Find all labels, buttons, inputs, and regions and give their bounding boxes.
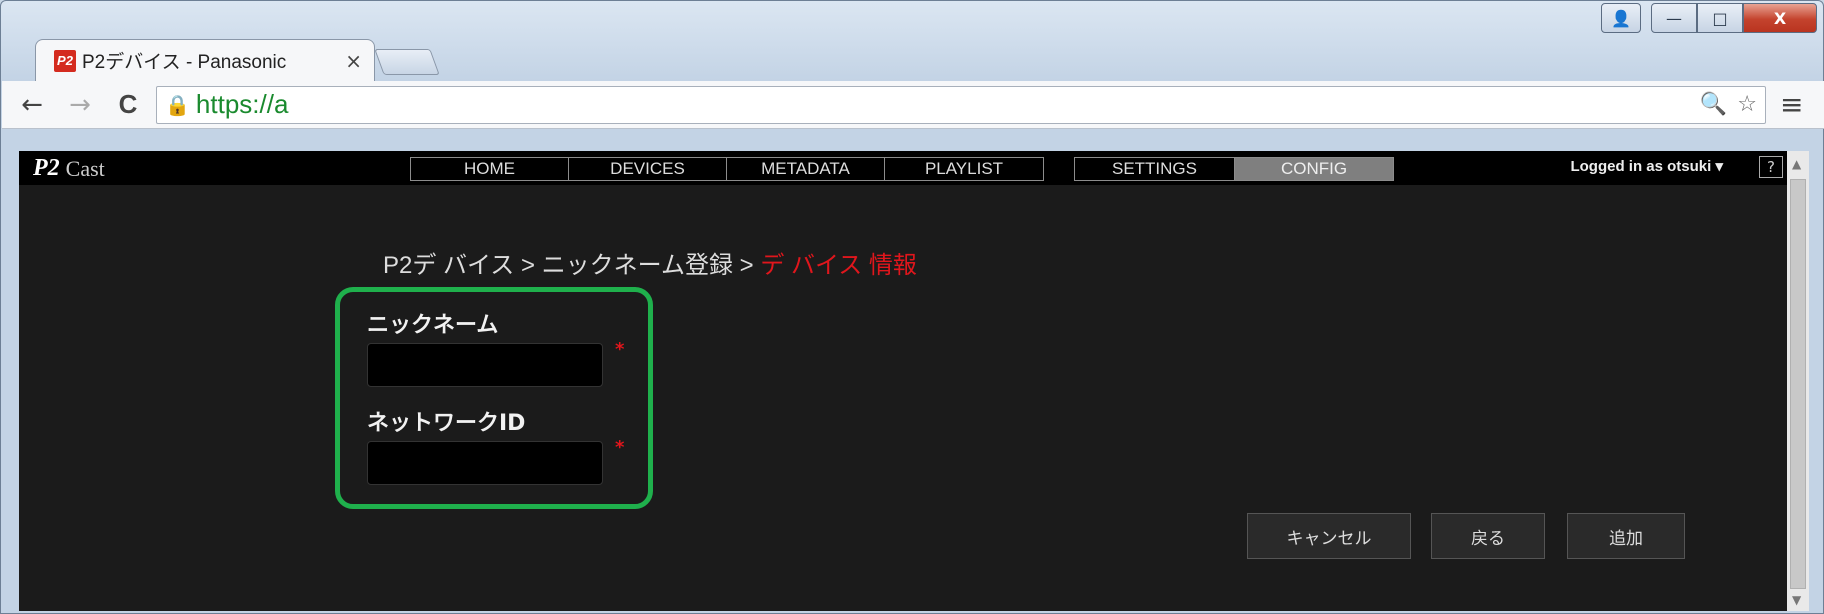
browser-tab[interactable]: P2 P2デバイス - Panasonic × (35, 39, 375, 81)
p2-favicon-icon: P2 (54, 49, 76, 72)
nickname-label: ニックネーム (367, 313, 499, 338)
nav-home[interactable]: HOME (411, 158, 569, 180)
breadcrumb-current: デ バイス 情報 (760, 252, 917, 279)
back-button[interactable]: ← (14, 90, 50, 120)
breadcrumb-p2-devices[interactable]: P2デ バイス (383, 252, 514, 279)
logo-cast-text: Cast (65, 155, 105, 181)
address-bar[interactable]: 🔒 https://a 🔍 ☆ (156, 85, 1766, 124)
breadcrumb-separator: > (732, 252, 761, 279)
p2cast-logo: P2 Cast (33, 155, 105, 182)
main-nav: HOME DEVICES METADATA PLAYLIST (410, 157, 1044, 181)
window-controls: 👤 — □ X (1601, 3, 1817, 33)
reload-button[interactable]: C (110, 89, 146, 120)
app-content: P2 Cast HOME DEVICES METADATA PLAYLIST S… (19, 151, 1809, 611)
scroll-thumb[interactable] (1790, 179, 1806, 589)
zoom-icon[interactable]: 🔍 (1700, 92, 1727, 117)
breadcrumb: P2デ バイス > ニックネーム登録 > デ バイス 情報 (383, 245, 917, 280)
bookmark-star-icon[interactable]: ☆ (1737, 92, 1757, 117)
nickname-input[interactable] (367, 343, 603, 387)
tab-close-icon[interactable]: × (345, 49, 362, 73)
nav-settings[interactable]: SETTINGS (1075, 158, 1235, 180)
lock-icon: 🔒 (165, 92, 190, 117)
scroll-up-icon[interactable]: ▲ (1792, 157, 1801, 171)
breadcrumb-nickname-registration[interactable]: ニックネーム登録 (542, 252, 733, 279)
nav-playlist[interactable]: PLAYLIST (885, 158, 1043, 180)
nav-devices[interactable]: DEVICES (569, 158, 727, 180)
add-button[interactable]: 追加 (1567, 513, 1685, 559)
tab-strip: P2 P2デバイス - Panasonic × (35, 39, 440, 81)
minimize-button[interactable]: — (1651, 3, 1697, 33)
help-button[interactable]: ? (1759, 156, 1783, 178)
nav-metadata[interactable]: METADATA (727, 158, 885, 180)
scroll-down-icon[interactable]: ▼ (1792, 593, 1801, 607)
network-id-required-marker: * (615, 437, 625, 458)
cancel-button[interactable]: キャンセル (1247, 513, 1411, 559)
settings-nav: SETTINGS CONFIG (1074, 157, 1394, 181)
vertical-scrollbar[interactable]: ▲ ▼ (1787, 151, 1809, 611)
browser-menu-icon[interactable]: ≡ (1780, 88, 1803, 121)
url-text: https://a (195, 89, 289, 119)
user-menu[interactable]: Logged in as otsuki ▾ (1570, 157, 1723, 175)
browser-window: 👤 — □ X P2 P2デバイス - Panasonic × ← → C 🔒 … (0, 0, 1824, 614)
network-id-input[interactable] (367, 441, 603, 485)
back-button-app[interactable]: 戻る (1431, 513, 1545, 559)
top-navigation-bar: P2 Cast HOME DEVICES METADATA PLAYLIST S… (19, 151, 1809, 185)
user-profile-icon[interactable]: 👤 (1601, 3, 1641, 33)
breadcrumb-separator: > (514, 252, 542, 279)
logo-p2-text: P2 (33, 155, 60, 181)
browser-toolbar: ← → C 🔒 https://a 🔍 ☆ ≡ (2, 81, 1824, 129)
nickname-required-marker: * (615, 339, 625, 360)
close-window-button[interactable]: X (1743, 3, 1817, 33)
tab-title: P2デバイス - Panasonic (82, 52, 287, 73)
new-tab-button[interactable] (374, 49, 440, 75)
nav-config[interactable]: CONFIG (1235, 158, 1393, 180)
maximize-button[interactable]: □ (1697, 3, 1743, 33)
forward-button[interactable]: → (62, 90, 98, 120)
network-id-label: ネットワークID (367, 411, 526, 436)
